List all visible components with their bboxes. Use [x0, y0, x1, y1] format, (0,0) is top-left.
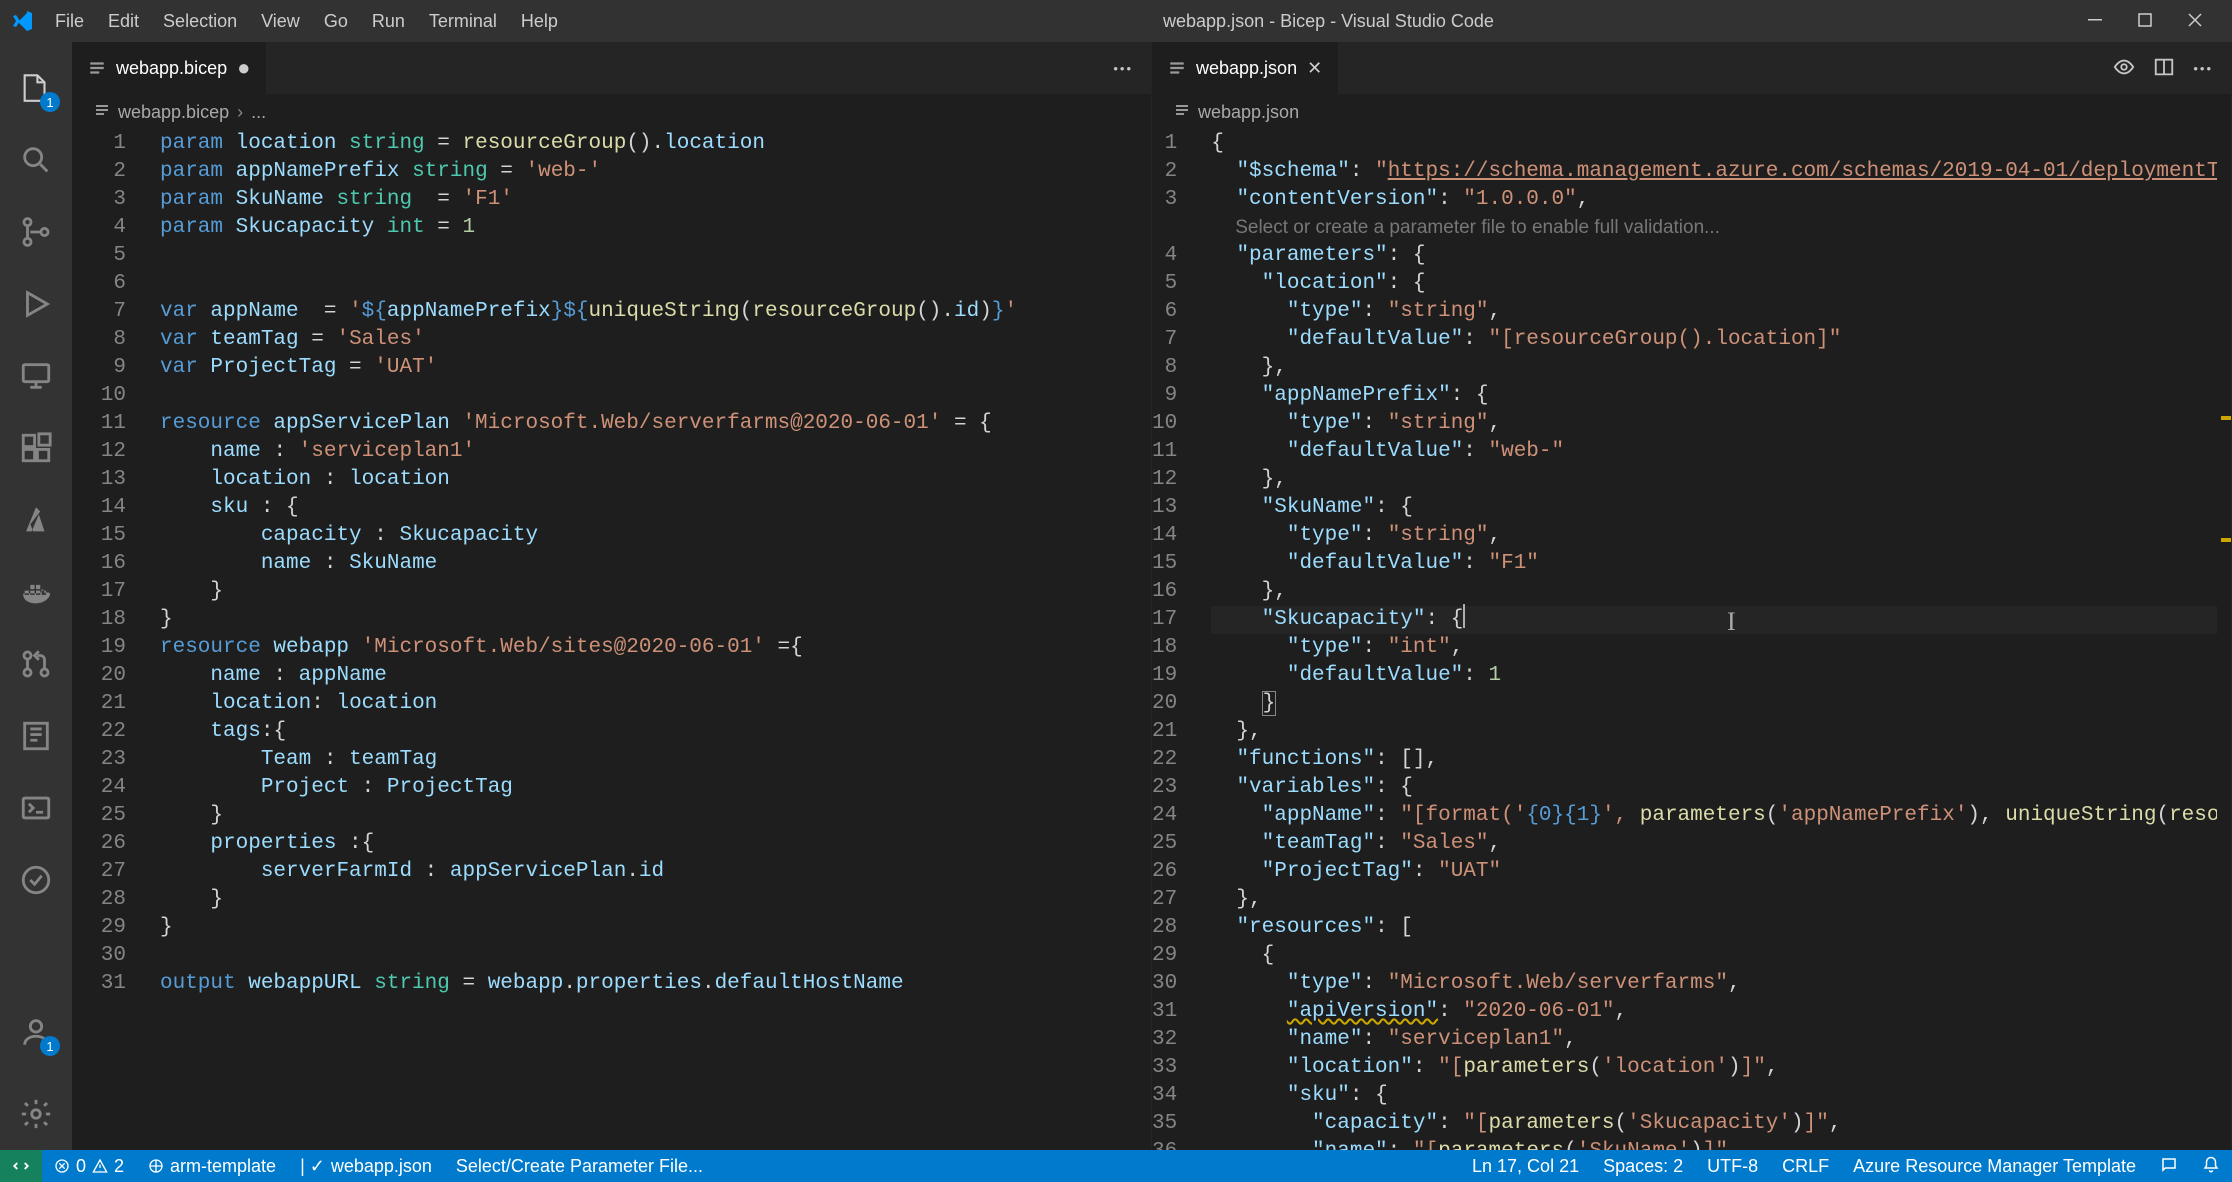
maximize-icon[interactable] [2138, 13, 2152, 30]
accounts-badge: 1 [40, 1036, 60, 1056]
menu-help[interactable]: Help [510, 5, 569, 38]
search-icon[interactable] [0, 124, 72, 196]
json-file-icon [1168, 59, 1186, 77]
chevron-right-icon: › [237, 102, 243, 123]
close-icon[interactable]: ✕ [1307, 58, 1322, 79]
breadcrumb-right[interactable]: webapp.json [1152, 94, 2231, 130]
docker-icon[interactable] [0, 556, 72, 628]
accounts-icon[interactable]: 1 [0, 996, 72, 1068]
status-bar: 0 2 arm-template | ✓ webapp.json Select/… [0, 1150, 2232, 1182]
file-validation[interactable]: | ✓ webapp.json [288, 1150, 444, 1182]
menu-go[interactable]: Go [313, 5, 359, 38]
tab-bar-right: webapp.json ✕ ••• [1152, 42, 2231, 94]
vscode-logo-icon [10, 9, 34, 33]
menu-file[interactable]: File [44, 5, 95, 38]
menu-bar: File Edit Selection View Go Run Terminal… [44, 5, 569, 38]
extensions-icon[interactable] [0, 412, 72, 484]
window-title: webapp.json - Bicep - Visual Studio Code [569, 11, 2088, 32]
debug-icon[interactable] [0, 268, 72, 340]
close-icon[interactable] [2188, 13, 2202, 30]
menu-run[interactable]: Run [361, 5, 416, 38]
minimize-icon[interactable] [2088, 13, 2102, 30]
json-file-icon [94, 102, 110, 123]
explorer-badge: 1 [40, 92, 60, 112]
editor-group-left: webapp.bicep ● ••• webapp.bicep › ... 12… [72, 42, 1152, 1150]
problems-indicator[interactable]: 0 2 [42, 1150, 136, 1182]
tab-label: webapp.bicep [116, 58, 227, 79]
settings-gear-icon[interactable] [0, 1078, 72, 1150]
terminal-panel-icon[interactable] [0, 772, 72, 844]
editor-group-right: webapp.json ✕ ••• webapp.json 1234567891… [1152, 42, 2232, 1150]
title-bar: File Edit Selection View Go Run Terminal… [0, 0, 2232, 42]
tab-bar-left: webapp.bicep ● ••• [72, 42, 1151, 94]
remote-explorer-icon[interactable] [0, 340, 72, 412]
encoding[interactable]: UTF-8 [1695, 1156, 1770, 1177]
live-share-icon[interactable] [0, 844, 72, 916]
json-file-icon [1174, 102, 1190, 123]
split-editor-icon[interactable] [2153, 56, 2175, 81]
minimap[interactable] [2217, 130, 2231, 1150]
menu-selection[interactable]: Selection [152, 5, 248, 38]
editor-right[interactable]: 1234567891011121314151617181920212223242… [1152, 130, 2231, 1150]
activity-bar: 1 [0, 42, 72, 1150]
editor-left[interactable]: 1234567891011121314151617181920212223242… [72, 130, 1151, 1150]
cursor-position[interactable]: Ln 17, Col 21 [1460, 1156, 1591, 1177]
more-actions-icon[interactable]: ••• [2193, 61, 2213, 76]
github-pr-icon[interactable] [0, 628, 72, 700]
tab-json[interactable]: webapp.json ✕ [1152, 42, 1339, 94]
feedback-icon[interactable] [2148, 1156, 2190, 1174]
menu-view[interactable]: View [250, 5, 311, 38]
explorer-icon[interactable]: 1 [0, 52, 72, 124]
line-gutter: 1234567891011121314151617181920212223242… [1152, 130, 1201, 1150]
azure-icon[interactable] [0, 484, 72, 556]
breadcrumb-left[interactable]: webapp.bicep › ... [72, 94, 1151, 130]
menu-edit[interactable]: Edit [97, 5, 150, 38]
project-manager-icon[interactable] [0, 700, 72, 772]
line-gutter: 1234567891011121314151617181920212223242… [72, 130, 150, 1150]
code-content[interactable]: param location string = resourceGroup().… [150, 130, 1151, 1150]
json-file-icon [88, 59, 106, 77]
tab-label: webapp.json [1196, 58, 1297, 79]
preview-icon[interactable] [2113, 56, 2135, 81]
remote-indicator[interactable] [0, 1150, 42, 1182]
eol[interactable]: CRLF [1770, 1156, 1841, 1177]
dirty-indicator-icon: ● [237, 55, 250, 81]
window-controls [2088, 13, 2222, 30]
menu-terminal[interactable]: Terminal [418, 5, 508, 38]
source-control-icon[interactable] [0, 196, 72, 268]
indentation[interactable]: Spaces: 2 [1591, 1156, 1695, 1177]
notifications-icon[interactable] [2190, 1156, 2232, 1174]
tab-bicep[interactable]: webapp.bicep ● [72, 42, 267, 94]
code-content[interactable]: { "$schema": "https://schema.management.… [1201, 130, 2231, 1150]
language-mode[interactable]: Azure Resource Manager Template [1841, 1156, 2148, 1177]
parameter-file-action[interactable]: Select/Create Parameter File... [444, 1150, 715, 1182]
language-service[interactable]: arm-template [136, 1150, 288, 1182]
more-actions-icon[interactable]: ••• [1113, 61, 1133, 76]
